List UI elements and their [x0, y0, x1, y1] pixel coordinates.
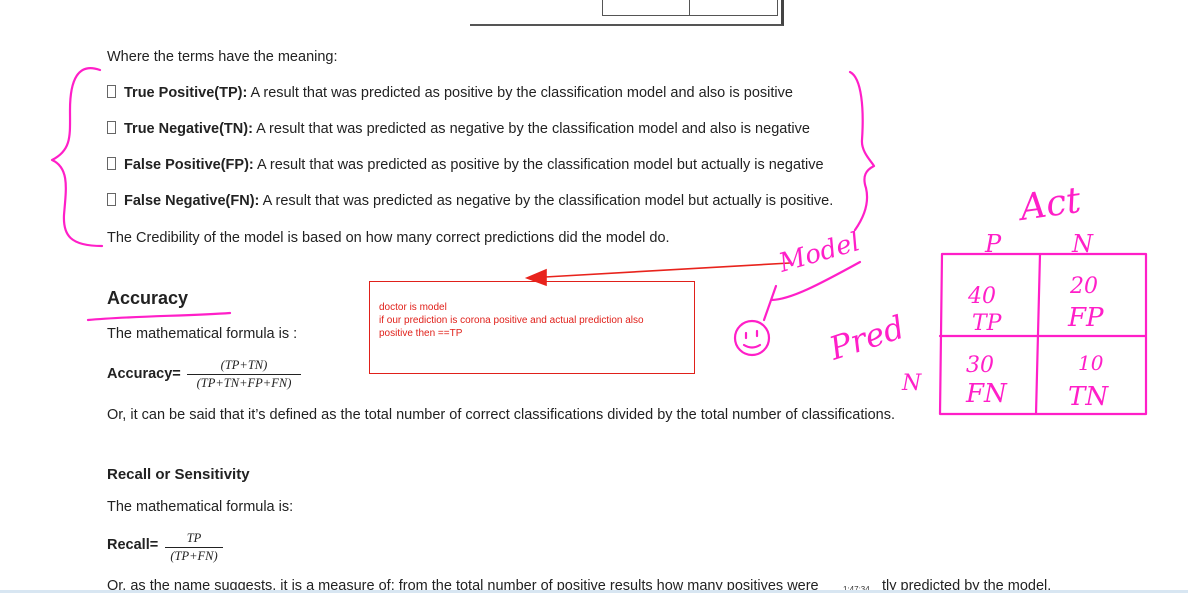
document-page: Where the terms have the meaning: True P…	[0, 0, 1188, 594]
note-line-2: if our prediction is corona positive and…	[379, 315, 644, 326]
partial-table-top	[470, 0, 784, 26]
term-tp: True Positive(TP): A result that was pre…	[107, 85, 793, 101]
cell-tn-label: TN	[1068, 382, 1109, 412]
cell-fn-value: 30	[966, 353, 994, 378]
bullet-icon	[107, 85, 116, 98]
recall-heading: Recall or Sensitivity	[107, 466, 250, 483]
bullet-icon	[107, 157, 116, 170]
annotation-note-box[interactable]: doctor is model if our prediction is cor…	[369, 281, 695, 374]
cell-fp-label: FP	[1067, 303, 1104, 333]
term-tn: True Negative(TN): A result that was pre…	[107, 121, 810, 137]
intro-text: Where the terms have the meaning:	[107, 49, 338, 65]
cell-fn-label: FN	[965, 379, 1008, 409]
note-line-3: positive then ==TP	[379, 328, 463, 339]
cell-tp-value: 40	[967, 284, 996, 309]
smiley-icon	[733, 319, 771, 357]
handwritten-col-n: N	[1071, 230, 1094, 258]
cell-tp-label: TP	[972, 311, 1003, 336]
handwritten-row-n: N	[901, 371, 922, 396]
accuracy-denominator: (TP+TN+FP+FN)	[196, 376, 292, 390]
cell-tn-value: 10	[1078, 351, 1104, 375]
recall-denominator: (TP+FN)	[170, 549, 218, 563]
right-brace	[848, 70, 876, 232]
recall-numerator: TP	[165, 531, 223, 548]
confusion-matrix-grid	[938, 252, 1148, 416]
accuracy-underline	[86, 311, 232, 322]
recall-formula-intro: The mathematical formula is:	[107, 499, 294, 515]
handwritten-actual: Act	[1015, 180, 1084, 230]
handwritten-model: Model	[775, 227, 864, 279]
cell-fp-value: 20	[1069, 274, 1098, 299]
accuracy-fraction: (TP+TN) (TP+TN+FP+FN)	[187, 358, 301, 391]
bullet-icon	[107, 121, 116, 134]
term-fn: False Negative(FN): A result that was pr…	[107, 193, 833, 209]
accuracy-numerator: (TP+TN)	[187, 358, 301, 375]
accuracy-heading: Accuracy	[107, 288, 189, 308]
left-brace	[50, 67, 104, 248]
accuracy-formula-label: Accuracy=	[107, 366, 181, 382]
credibility-text: The Credibility of the model is based on…	[107, 230, 670, 246]
accuracy-definition: Or, it can be said that it’s defined as …	[107, 407, 895, 423]
bullet-icon	[107, 193, 116, 206]
handwritten-predicted: Pred	[824, 308, 909, 368]
recall-formula-label: Recall=	[107, 537, 159, 553]
term-fp: False Positive(FP): A result that was pr…	[107, 157, 824, 173]
handwritten-col-p: P	[984, 230, 1002, 258]
accuracy-formula-intro: The mathematical formula is :	[107, 326, 298, 342]
note-line-1: doctor is model	[379, 302, 447, 313]
recall-fraction: TP (TP+FN)	[165, 531, 223, 564]
